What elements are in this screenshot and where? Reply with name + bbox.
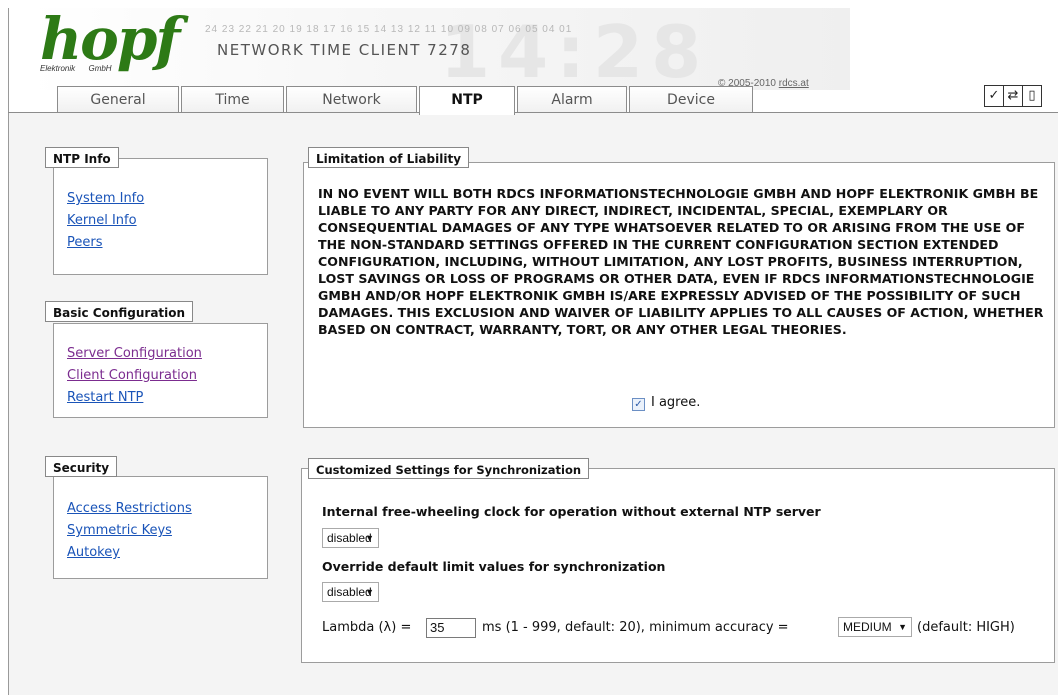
checkmark-icon[interactable]: ✓ (984, 85, 1004, 107)
page-header: 14:28 hopf Elektronik GmbH 24 23 22 21 2… (0, 0, 1058, 115)
link-autokey[interactable]: Autokey (67, 545, 120, 560)
agree-label: I agree. (651, 395, 701, 410)
logo-sub-left: Elektronik (40, 64, 76, 73)
link-server-configuration[interactable]: Server Configuration (67, 346, 202, 361)
link-peers[interactable]: Peers (67, 235, 103, 250)
logo-sub-right: GmbH (88, 64, 112, 73)
link-restart-ntp[interactable]: Restart NTP (67, 390, 143, 405)
reload-icon[interactable]: ⇄ (1003, 85, 1023, 107)
freewheel-label: Internal free-wheeling clock for operati… (322, 504, 821, 519)
accuracy-suffix: (default: HIGH) (917, 620, 1015, 635)
header-ruler: 24 23 22 21 20 19 18 17 16 15 14 13 12 1… (205, 24, 573, 35)
chevron-down-icon: ▼ (365, 587, 374, 597)
tab-network[interactable]: Network (286, 86, 417, 112)
tab-baseline (8, 112, 1058, 113)
ntp-info-title: NTP Info (45, 147, 119, 168)
tab-alarm[interactable]: Alarm (517, 86, 627, 112)
security-panel: Access Restrictions Symmetric Keys Autok… (53, 476, 268, 579)
override-select[interactable]: disabled ▼ (322, 582, 379, 602)
accuracy-select[interactable]: MEDIUM ▼ (838, 617, 912, 637)
ntp-info-panel: System Info Kernel Info Peers (53, 158, 268, 275)
copyright-link[interactable]: rdcs.at (779, 78, 809, 89)
background-clock-digits: 14:28 (440, 10, 710, 94)
basic-configuration-panel: Server Configuration Client Configuratio… (53, 323, 268, 418)
security-title: Security (45, 456, 118, 477)
tab-time[interactable]: Time (181, 86, 284, 112)
link-client-configuration[interactable]: Client Configuration (67, 368, 197, 383)
tab-ntp[interactable]: NTP (419, 86, 515, 115)
chevron-down-icon: ▼ (365, 533, 374, 543)
lambda-prefix: Lambda (λ) = (322, 620, 412, 635)
sync-settings-title: Customized Settings for Synchronization (308, 458, 590, 479)
sync-settings-panel: Internal free-wheeling clock for operati… (301, 468, 1055, 663)
tab-device[interactable]: Device (629, 86, 753, 112)
main-content: System Info Kernel Info Peers NTP Info S… (9, 113, 1058, 695)
link-system-info[interactable]: System Info (67, 191, 144, 206)
chevron-down-icon: ▼ (898, 622, 907, 632)
tab-general[interactable]: General (57, 86, 179, 112)
liability-panel: IN NO EVENT WILL BOTH RDCS INFORMATIONST… (303, 162, 1055, 428)
link-access-restrictions[interactable]: Access Restrictions (67, 501, 192, 516)
agree-row: ✓ I agree. (632, 395, 700, 411)
logo-subtitle: Elektronik GmbH (40, 64, 112, 73)
product-title: NETWORK TIME CLIENT 7278 (217, 41, 472, 59)
lambda-suffix: ms (1 - 999, default: 20), minimum accur… (482, 620, 789, 635)
basic-configuration-title: Basic Configuration (45, 301, 194, 322)
liability-title: Limitation of Liability (308, 147, 470, 168)
liability-text: IN NO EVENT WILL BOTH RDCS INFORMATIONST… (318, 186, 1044, 337)
toolbar: ✓ ⇄ ▯ (984, 85, 1056, 109)
save-icon[interactable]: ▯ (1022, 85, 1042, 107)
accuracy-value: MEDIUM (843, 620, 892, 634)
link-kernel-info[interactable]: Kernel Info (67, 213, 137, 228)
freewheel-select[interactable]: disabled ▼ (322, 528, 379, 548)
hopf-logo: hopf (40, 5, 180, 73)
agree-checkbox[interactable]: ✓ (632, 398, 645, 411)
lambda-input[interactable]: 35 (426, 618, 476, 638)
override-label: Override default limit values for synchr… (322, 559, 666, 574)
link-symmetric-keys[interactable]: Symmetric Keys (67, 523, 172, 538)
